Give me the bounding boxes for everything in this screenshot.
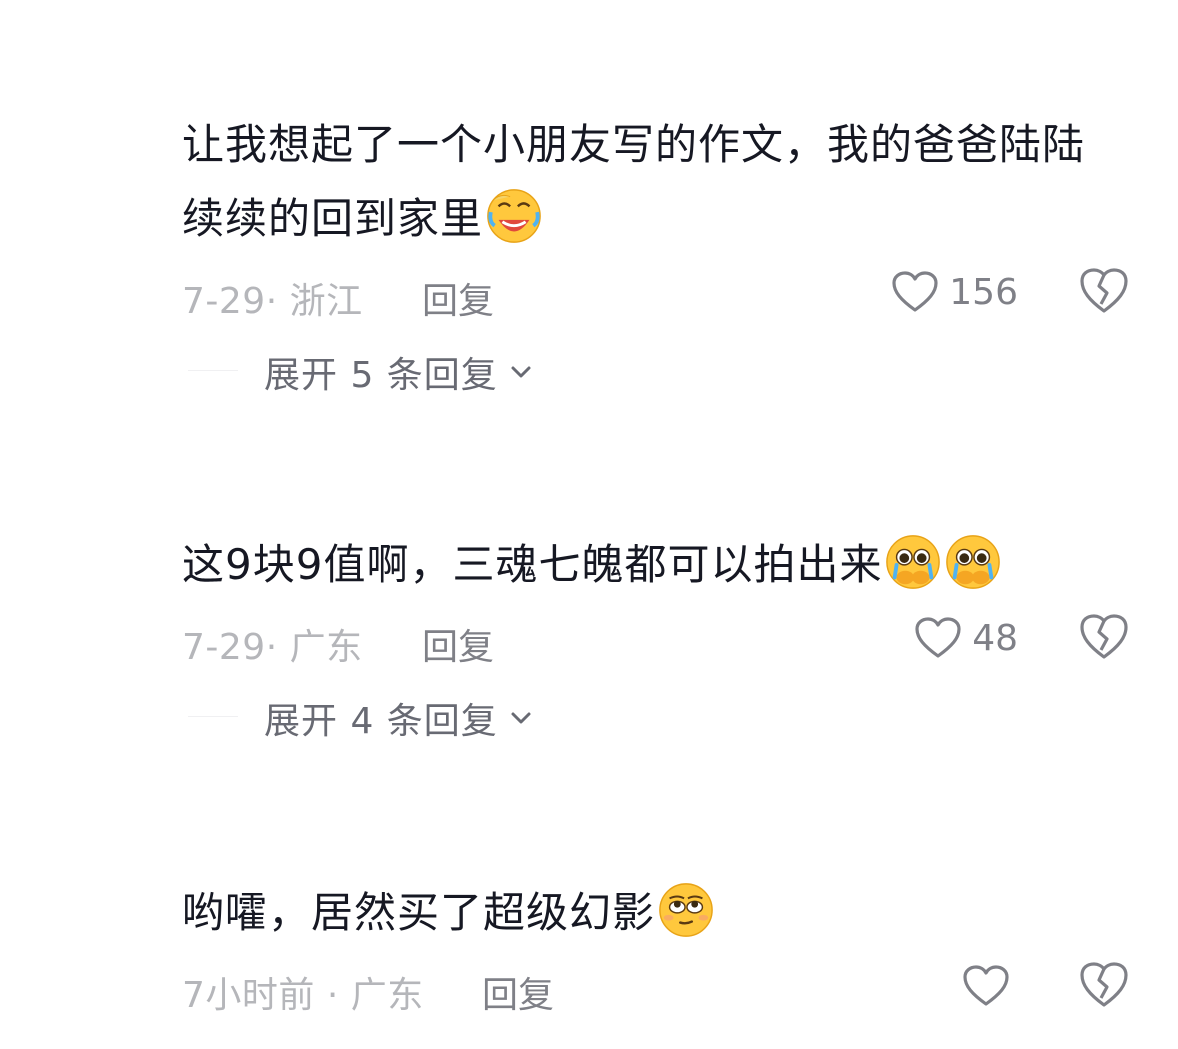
heart-outline-icon	[915, 617, 961, 658]
comments-page: 让我想起了一个小朋友写的作文，我的爸爸陆陆续续的回到家里 7-29· 浙江 回复…	[0, 0, 1178, 1049]
comment-date-location: 7-29· 浙江	[182, 281, 363, 322]
comment-item: 让我想起了一个小朋友写的作文，我的爸爸陆陆续续的回到家里 7-29· 浙江 回复…	[182, 108, 1178, 400]
comment-item: 哟嚯，居然买了超级幻影 7小时前 · 广东 回复	[182, 876, 1178, 1016]
broken-heart-icon[interactable]	[1078, 960, 1130, 1010]
broken-heart-icon[interactable]	[1078, 266, 1130, 316]
pleading-tears-emoji	[886, 535, 941, 589]
heart-outline-icon	[892, 271, 938, 312]
like-count: 48	[972, 617, 1018, 659]
heart-outline-icon	[963, 965, 1009, 1006]
reply-button[interactable]: 回复	[422, 618, 494, 670]
comment-item: 这9块9值啊，三魂七魄都可以拍出来 7-29· 广东 回复 48 展开 4 条回…	[182, 528, 1178, 746]
comment-meta-row: 7-29· 广东 回复 48	[182, 610, 1178, 668]
expand-replies-label: 展开 5 条回复	[264, 355, 498, 396]
chevron-down-icon	[511, 712, 531, 724]
comment-meta-row: 7-29· 浙江 回复 156	[182, 264, 1178, 322]
reply-button[interactable]: 回复	[422, 272, 494, 324]
like-button[interactable]: 156	[891, 264, 1018, 320]
laughing-crying-emoji	[487, 189, 541, 243]
comment-date-location: 7-29· 广东	[182, 627, 363, 668]
chevron-down-icon	[511, 366, 531, 378]
expand-replies-label: 展开 4 条回复	[264, 701, 498, 742]
comment-text-block: 让我想起了一个小朋友写的作文，我的爸爸陆陆续续的回到家里	[182, 108, 1112, 256]
comment-text-block: 哟嚯，居然买了超级幻影	[182, 876, 1112, 950]
like-button[interactable]	[962, 958, 1010, 1014]
like-button[interactable]: 48	[914, 610, 1018, 666]
comment-text: 哟嚯，居然买了超级幻影	[182, 888, 656, 937]
expand-replies-button[interactable]: 展开 5 条回复	[264, 346, 534, 398]
reply-button[interactable]: 回复	[482, 966, 554, 1018]
comment-meta-row: 7小时前 · 广东 回复	[182, 958, 1178, 1016]
expand-replies-button[interactable]: 展开 4 条回复	[264, 692, 534, 744]
comment-text-block: 这9块9值啊，三魂七魄都可以拍出来	[182, 528, 1112, 602]
comment-date-location: 7小时前 · 广东	[182, 975, 424, 1016]
comment-text: 让我想起了一个小朋友写的作文，我的爸爸陆陆续续的回到家里	[182, 120, 1086, 243]
broken-heart-icon[interactable]	[1078, 612, 1130, 662]
divider-line	[188, 370, 238, 371]
comment-text: 这9块9值啊，三魂七魄都可以拍出来	[182, 540, 883, 589]
smirk-eyes-emoji	[659, 883, 713, 937]
expand-replies-row: 展开 5 条回复	[182, 340, 1178, 400]
expand-replies-row: 展开 4 条回复	[182, 686, 1178, 746]
divider-line	[188, 716, 238, 717]
pleading-tears-emoji	[946, 535, 1001, 589]
like-count: 156	[949, 271, 1018, 313]
